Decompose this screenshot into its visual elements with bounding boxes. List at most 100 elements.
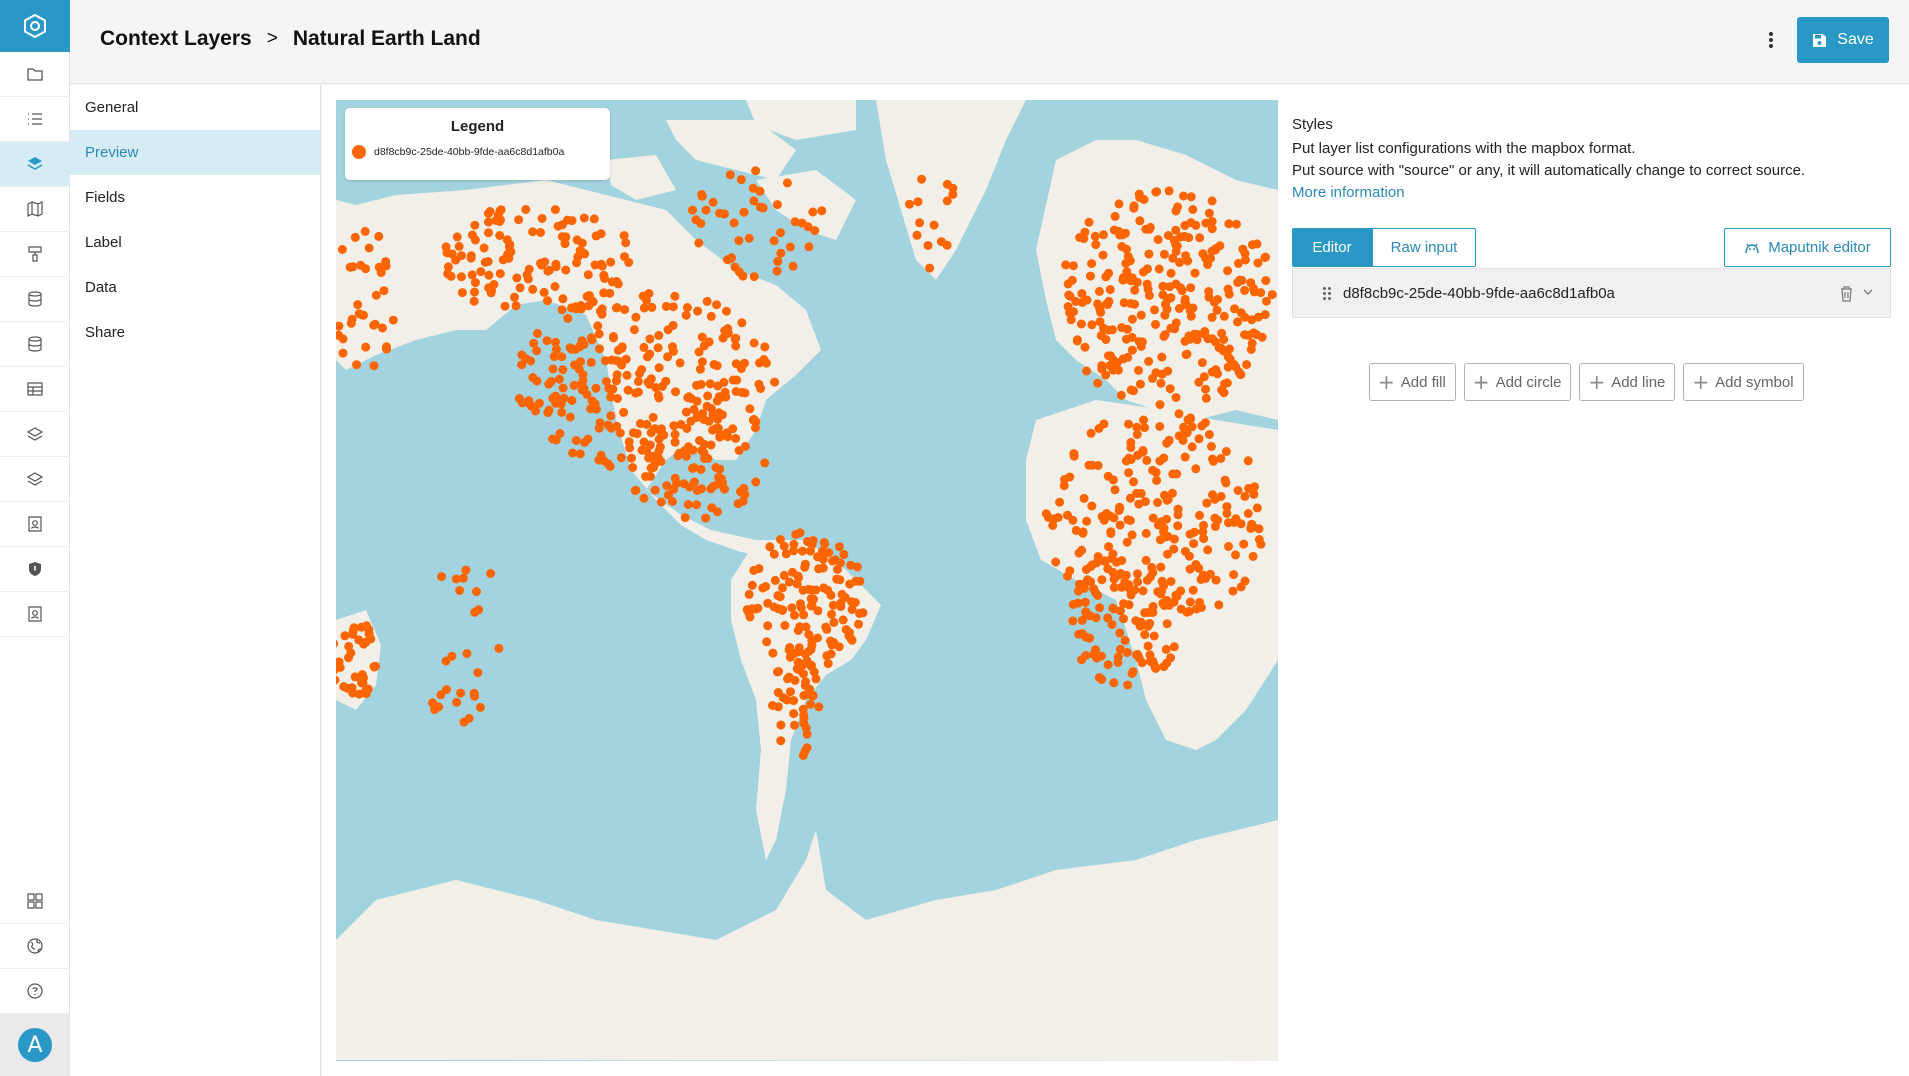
drag-handle-icon[interactable] [1323, 286, 1331, 300]
map-point [576, 357, 585, 367]
map-point [441, 656, 451, 666]
rail-stack-2[interactable] [0, 457, 70, 502]
map-point [595, 306, 605, 316]
map-point [1041, 509, 1051, 519]
map-point [524, 264, 534, 274]
rail-layers[interactable] [0, 142, 70, 187]
nav-general[interactable]: General [70, 85, 320, 130]
nav-fields[interactable]: Fields [70, 175, 320, 220]
map-point [1086, 271, 1095, 281]
add-fill-button[interactable]: + Add fill [1369, 363, 1456, 401]
map-point [1129, 203, 1139, 213]
add-line-button[interactable]: + Add line [1579, 363, 1676, 401]
add-circle-button[interactable]: + Add circle [1463, 363, 1572, 401]
map-point [923, 241, 933, 250]
chevron-down-icon[interactable] [1863, 287, 1873, 297]
map-point [1139, 195, 1149, 204]
contact-icon [28, 516, 42, 532]
style-layer-row[interactable]: d8f8cb9c-25de-40bb-9fde-aa6c8d1afb0a [1292, 268, 1891, 318]
nav-label[interactable]: Label [70, 220, 320, 265]
rail-list[interactable] [0, 97, 70, 142]
styles-description-1: Put layer list configurations with the m… [1292, 140, 1636, 157]
rail-map[interactable] [0, 187, 70, 232]
rail-folder[interactable] [0, 52, 70, 97]
nav-preview[interactable]: Preview [70, 130, 320, 175]
rail-contact[interactable] [0, 502, 70, 547]
map-point [749, 272, 759, 282]
map-point [1186, 192, 1196, 202]
map-preview[interactable]: Legend d8f8cb9c-25de-40bb-9fde-aa6c8d1af… [336, 100, 1278, 1061]
rail-contact-2[interactable] [0, 592, 70, 637]
map-point [517, 360, 527, 370]
tab-editor[interactable]: Editor [1292, 228, 1372, 267]
map-point [464, 714, 474, 723]
more-information-link[interactable]: More information [1292, 184, 1405, 201]
map-point [1243, 509, 1253, 518]
map-point [1082, 516, 1092, 526]
map-point [795, 599, 805, 609]
map-point [1174, 304, 1184, 313]
map-point [371, 661, 381, 671]
map-point [594, 329, 604, 339]
map-point [1079, 493, 1089, 503]
map-point [1094, 673, 1104, 683]
rail-table[interactable] [0, 367, 70, 412]
map-point [709, 360, 719, 369]
trash-icon[interactable] [1839, 285, 1854, 302]
legend-title: Legend [450, 118, 505, 135]
nav-share[interactable]: Share [70, 310, 320, 355]
map-point [1180, 294, 1190, 304]
rail-globe[interactable] [0, 924, 70, 969]
app-logo[interactable] [0, 0, 70, 52]
rail-help[interactable] [0, 969, 70, 1014]
tab-raw-input[interactable]: Raw input [1372, 228, 1476, 267]
map-point [1195, 510, 1204, 520]
map-point [565, 343, 575, 353]
map-point [1131, 650, 1141, 660]
map-point [517, 350, 527, 360]
more-options-icon[interactable] [1764, 28, 1778, 52]
rail-shield[interactable] [0, 547, 70, 592]
map-point [359, 673, 368, 683]
map-point [1201, 393, 1211, 403]
user-avatar[interactable]: A [0, 1014, 70, 1076]
map-point [1127, 314, 1137, 324]
map-point [454, 241, 464, 251]
map-point [706, 484, 716, 494]
map-point [642, 419, 652, 429]
save-button[interactable]: Save [1797, 17, 1889, 63]
map-point [1173, 510, 1183, 520]
rail-database-2[interactable] [0, 322, 70, 367]
rail-grid[interactable] [0, 879, 70, 924]
map-point [1133, 577, 1143, 587]
map-point [1210, 521, 1220, 531]
map-point [681, 407, 691, 417]
rail-database[interactable] [0, 277, 70, 322]
rail-paint[interactable] [0, 232, 70, 277]
map-point [1162, 438, 1172, 448]
map-point [1113, 365, 1123, 375]
map-point [354, 689, 364, 699]
map-point [1113, 652, 1123, 662]
maputnik-editor-button[interactable]: Maputnik editor [1724, 228, 1891, 267]
map-point [511, 301, 521, 311]
map-point [803, 537, 812, 547]
nav-data[interactable]: Data [70, 265, 320, 310]
map-point [470, 235, 480, 245]
map-point [854, 619, 863, 629]
map-point [656, 497, 666, 507]
map-point [1231, 219, 1241, 229]
map-point [789, 709, 799, 719]
map-point [553, 221, 563, 231]
map-point [1199, 520, 1208, 530]
map-point [681, 310, 691, 320]
map-point [1117, 556, 1127, 566]
paint-icon [28, 246, 42, 262]
add-symbol-button[interactable]: + Add symbol [1683, 363, 1804, 401]
map-point [586, 333, 596, 343]
rail-stack[interactable] [0, 412, 70, 457]
map-point [706, 311, 716, 321]
breadcrumb-parent[interactable]: Context Layers [100, 27, 252, 51]
map-point [1092, 558, 1101, 568]
map-point [1187, 442, 1197, 452]
